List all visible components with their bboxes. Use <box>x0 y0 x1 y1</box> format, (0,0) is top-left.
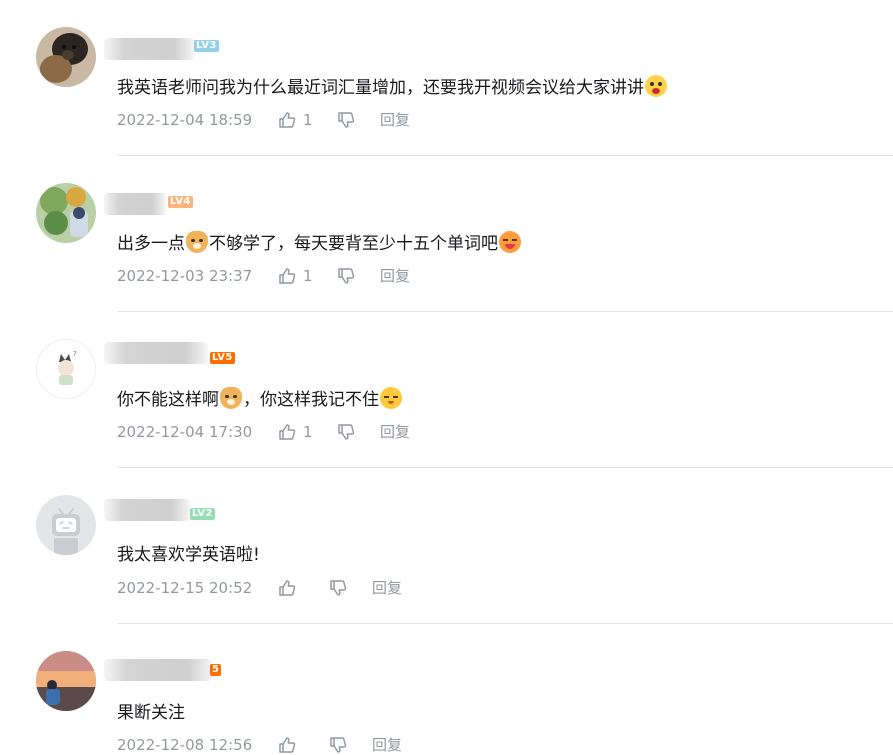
thumbs-down-icon[interactable] <box>329 579 347 597</box>
thumbs-up-icon[interactable] <box>278 579 296 597</box>
thumbs-up-icon[interactable] <box>278 736 296 754</box>
comment-divider <box>117 623 893 624</box>
level-badge: 5 <box>210 664 222 676</box>
comment-text-part1: 出多一点 <box>117 234 185 254</box>
reply-button[interactable]: 回复 <box>372 578 402 598</box>
comment-text-content: 我英语老师问我为什么最近词汇量增加，还要我开视频会议给大家讲讲 <box>117 78 644 98</box>
like-count: 1 <box>303 111 313 129</box>
thumbs-down-icon[interactable] <box>337 267 355 285</box>
reply-button[interactable]: 回复 <box>380 422 410 442</box>
comment-date: 2022-12-04 18:59 <box>117 111 253 129</box>
thumbs-down-icon[interactable] <box>337 423 355 441</box>
comment-text-content: 果断关注 <box>117 703 185 723</box>
comment-text: 我太喜欢学英语啦! <box>117 543 260 567</box>
svg-text:?: ? <box>73 350 77 358</box>
comment-date: 2022-12-08 12:56 <box>117 736 253 754</box>
user-avatar[interactable] <box>36 27 96 87</box>
thumbs-up-icon[interactable] <box>278 111 296 129</box>
like-count: 1 <box>303 423 313 441</box>
user-avatar[interactable] <box>36 183 96 243</box>
comment-text-content: 我太喜欢学英语啦! <box>117 545 260 565</box>
username-blurred[interactable] <box>104 342 208 364</box>
comment-text: 出多一点 不够学了，每天要背至少十五个单词吧 <box>117 231 522 256</box>
comment-divider <box>117 467 893 468</box>
level-badge: LV2 <box>190 508 215 520</box>
comment-date: 2022-12-15 20:52 <box>117 579 253 597</box>
comment-text: 你不能这样啊 ，你这样我记不住 <box>117 387 403 412</box>
comment-text-part2: 不够学了，每天要背至少十五个单词吧 <box>209 234 498 254</box>
reply-button[interactable]: 回复 <box>372 735 402 755</box>
dog-emoji-icon <box>220 387 242 409</box>
comment-date: 2022-12-03 23:37 <box>117 267 253 285</box>
comment-meta: 2022-12-04 18:59 1 回复 <box>117 110 437 130</box>
dog-emoji-icon <box>186 231 208 253</box>
thumbs-down-icon[interactable] <box>329 736 347 754</box>
comment-text-part1: 你不能这样啊 <box>117 390 219 410</box>
user-avatar[interactable] <box>36 651 96 711</box>
level-badge: LV5 <box>210 352 235 364</box>
comment-meta: 2022-12-04 17:30 1 回复 <box>117 422 437 442</box>
reply-button[interactable]: 回复 <box>380 110 410 130</box>
comment-meta: 2022-12-08 12:56 回复 <box>117 735 437 755</box>
level-badge: LV3 <box>194 40 219 52</box>
thumbs-up-icon[interactable] <box>278 267 296 285</box>
comment-text-part2: ，你这样我记不住 <box>243 390 379 410</box>
comment-text: 果断关注 <box>117 701 185 725</box>
like-count: 1 <box>303 267 313 285</box>
sleepy-emoji-icon <box>380 387 402 409</box>
comment-divider <box>117 311 893 312</box>
user-avatar[interactable]: ? <box>36 339 96 399</box>
username-blurred[interactable] <box>104 499 190 521</box>
thumbs-down-icon[interactable] <box>337 111 355 129</box>
comment-meta: 2022-12-15 20:52 回复 <box>117 578 437 598</box>
username-blurred[interactable] <box>104 659 212 681</box>
comment-date: 2022-12-04 17:30 <box>117 423 253 441</box>
comment-divider <box>117 155 893 156</box>
thumbs-up-icon[interactable] <box>278 423 296 441</box>
shock-emoji-icon <box>645 75 667 97</box>
reply-button[interactable]: 回复 <box>380 266 410 286</box>
username-blurred[interactable] <box>104 38 194 60</box>
comment-meta: 2022-12-03 23:37 1 回复 <box>117 266 437 286</box>
drool-emoji-icon <box>499 231 521 253</box>
username-blurred[interactable] <box>104 193 166 215</box>
comment-text: 我英语老师问我为什么最近词汇量增加，还要我开视频会议给大家讲讲 <box>117 75 668 100</box>
user-avatar[interactable] <box>36 495 96 555</box>
level-badge: LV4 <box>168 196 193 208</box>
